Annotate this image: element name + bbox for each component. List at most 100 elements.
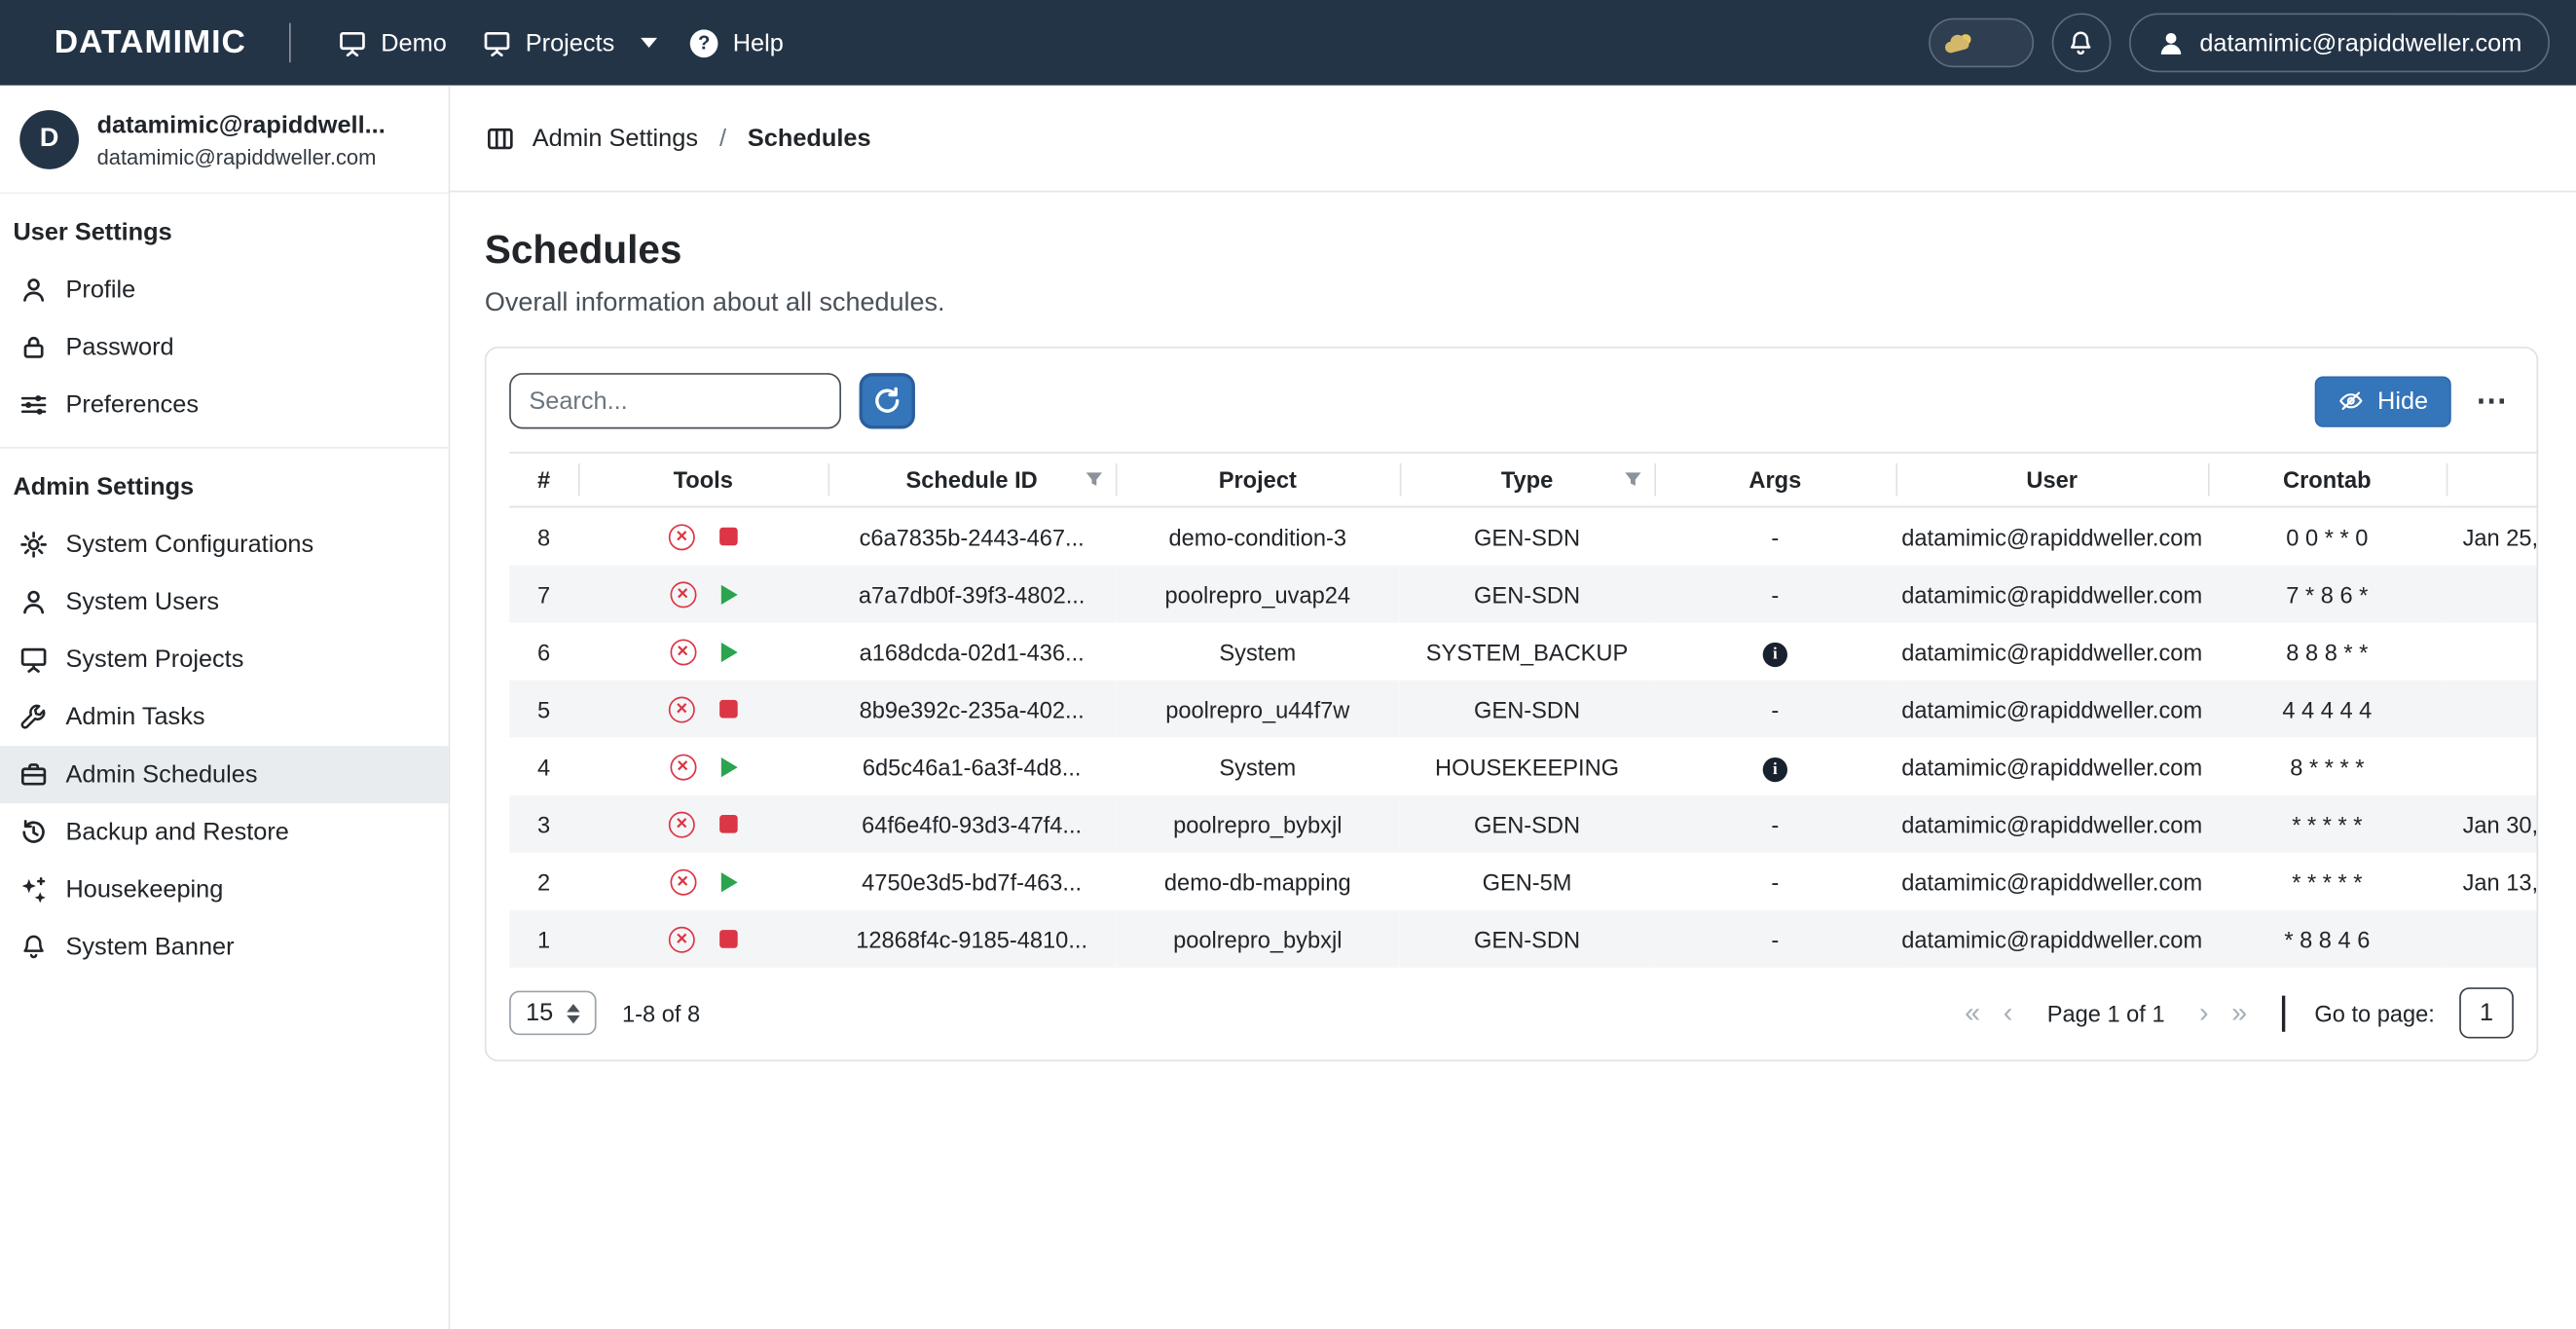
last-page-button[interactable]	[2224, 999, 2256, 1027]
tools-group	[580, 868, 827, 895]
sparkles-icon	[19, 875, 48, 904]
cancel-icon[interactable]	[669, 926, 695, 952]
page-size-select[interactable]: 15	[509, 991, 596, 1036]
previous-page-button[interactable]	[1995, 999, 2020, 1027]
brand-logo[interactable]: DATAMIMIC	[55, 23, 246, 61]
notifications-button[interactable]	[2051, 14, 2111, 73]
projects-button-label: Projects	[526, 29, 614, 57]
user-cell: datamimic@rapiddweller.com	[1895, 566, 2208, 623]
row-number-cell: 3	[509, 795, 578, 853]
sidebar-item-label: System Projects	[66, 646, 244, 674]
sidebar-item-system-projects[interactable]: System Projects	[0, 631, 449, 688]
user-menu-button[interactable]: datamimic@rapiddweller.com	[2129, 14, 2550, 73]
run-toggle-icon[interactable]	[720, 757, 737, 776]
info-icon[interactable]	[1763, 642, 1787, 666]
sidebar-item-label: System Banner	[66, 934, 235, 962]
user-cell: datamimic@rapiddweller.com	[1895, 681, 2208, 738]
cancel-icon[interactable]	[669, 523, 695, 549]
filter-icon[interactable]	[1623, 470, 1642, 490]
run-toggle-icon[interactable]	[719, 700, 738, 719]
user-email: datamimic@rapiddweller.com	[2199, 29, 2521, 57]
sidebar-item-backup-and-restore[interactable]: Backup and Restore	[0, 803, 449, 861]
type-cell: GEN-SDN	[1400, 795, 1655, 853]
more-options-button[interactable]: ⋯	[2469, 386, 2514, 417]
run-toggle-icon[interactable]	[720, 871, 737, 891]
cancel-icon[interactable]	[670, 639, 696, 665]
run-toggle-icon[interactable]	[719, 815, 738, 833]
refresh-button[interactable]	[860, 373, 915, 428]
cancel-icon[interactable]	[669, 696, 695, 722]
sidebar-item-label: Admin Tasks	[66, 703, 205, 731]
row-number-cell: 7	[509, 566, 578, 623]
cancel-icon[interactable]	[669, 811, 695, 837]
breadcrumb-current: Schedules	[748, 124, 871, 152]
sliders-icon	[19, 391, 48, 420]
row-number-cell: 5	[509, 681, 578, 738]
args-value: -	[1771, 868, 1779, 895]
schedule-id-cell: 6d5c46a1-6a3f-4d8...	[828, 738, 1116, 795]
sidebar-item-password[interactable]: Password	[0, 318, 449, 376]
tools-group	[580, 581, 827, 608]
sidebar-item-housekeeping[interactable]: Housekeeping	[0, 861, 449, 918]
table-toolbar: Hide ⋯	[509, 373, 2536, 428]
table-row: 3 64f6e4f0-93d3-47f4... poolrepro_bybxjl	[509, 795, 2536, 853]
run-toggle-icon[interactable]	[719, 528, 738, 546]
chevron-down-icon	[641, 38, 657, 48]
sidebar-item-preferences[interactable]: Preferences	[0, 376, 449, 433]
page-title: Schedules	[485, 229, 2540, 275]
first-page-button[interactable]	[1957, 999, 1989, 1027]
table-row: 7 a7a7db0f-39f3-4802... poolrepro_uvap24	[509, 566, 2536, 623]
help-button[interactable]: Help	[672, 16, 801, 70]
goto-page-input[interactable]	[2459, 987, 2514, 1038]
sidebar-item-system-users[interactable]: System Users	[0, 573, 449, 631]
sidebar-item-label: Password	[66, 334, 174, 362]
args-cell: -	[1654, 507, 1895, 566]
hide-columns-button[interactable]: Hide	[2315, 376, 2451, 426]
breadcrumb-parent[interactable]: Admin Settings	[533, 124, 698, 152]
navbar-right-cluster: datamimic@rapiddweller.com	[1929, 14, 2550, 73]
sidebar-item-label: System Configurations	[66, 531, 314, 559]
args-value: -	[1771, 696, 1779, 722]
projects-dropdown-button[interactable]	[626, 24, 672, 60]
type-cell: GEN-5M	[1400, 853, 1655, 910]
theme-toggle[interactable]	[1929, 18, 2034, 68]
avatar: D	[19, 110, 79, 169]
projects-button[interactable]: Projects	[464, 16, 632, 70]
sidebar-item-label: System Users	[66, 588, 220, 616]
user-settings-nav: Profile Password Preferences	[0, 261, 449, 433]
sidebar-item-system-banner[interactable]: System Banner	[0, 918, 449, 976]
sidebar-item-system-configurations[interactable]: System Configurations	[0, 516, 449, 573]
run-toggle-icon[interactable]	[720, 642, 737, 661]
user-cell: datamimic@rapiddweller.com	[1895, 507, 2208, 566]
person-icon	[2156, 29, 2185, 57]
tools-cell	[578, 507, 828, 566]
search-input[interactable]	[509, 373, 841, 428]
sidebar-item-admin-schedules[interactable]: Admin Schedules	[0, 746, 449, 803]
cancel-icon[interactable]	[670, 581, 696, 608]
args-cell	[1654, 738, 1895, 795]
tools-cell	[578, 910, 828, 968]
project-cell: poolrepro_u44f7w	[1116, 681, 1400, 738]
next-page-button[interactable]	[2191, 999, 2217, 1027]
sidebar-item-admin-tasks[interactable]: Admin Tasks	[0, 688, 449, 746]
section-heading-admin-settings: Admin Settings	[0, 449, 449, 516]
run-toggle-icon[interactable]	[720, 584, 737, 604]
filter-icon[interactable]	[1085, 470, 1104, 490]
info-icon[interactable]	[1763, 757, 1787, 781]
run-toggle-icon[interactable]	[719, 930, 738, 948]
demo-button[interactable]: Demo	[320, 16, 465, 70]
table-body: 8 c6a7835b-2443-467... demo-condition-3	[509, 507, 2536, 968]
sidebar-item-profile[interactable]: Profile	[0, 261, 449, 318]
app-window: DATAMIMIC Demo Projects Help datam	[0, 0, 2576, 1329]
tools-group	[580, 523, 827, 549]
goto-page-label: Go to page:	[2314, 1000, 2434, 1026]
tools-cell	[578, 738, 828, 795]
table-row: 4 6d5c46a1-6a3f-4d8... System HOUSEKEE	[509, 738, 2536, 795]
columns-icon	[487, 124, 515, 152]
tools-cell	[578, 623, 828, 681]
cancel-icon[interactable]	[670, 754, 696, 780]
cancel-icon[interactable]	[670, 868, 696, 895]
sidebar-user[interactable]: D datamimic@rapiddwell... datamimic@rapi…	[0, 86, 449, 194]
breadcrumb: Admin Settings / Schedules	[450, 86, 2576, 193]
crontab-cell: 8 * * * *	[2208, 738, 2447, 795]
